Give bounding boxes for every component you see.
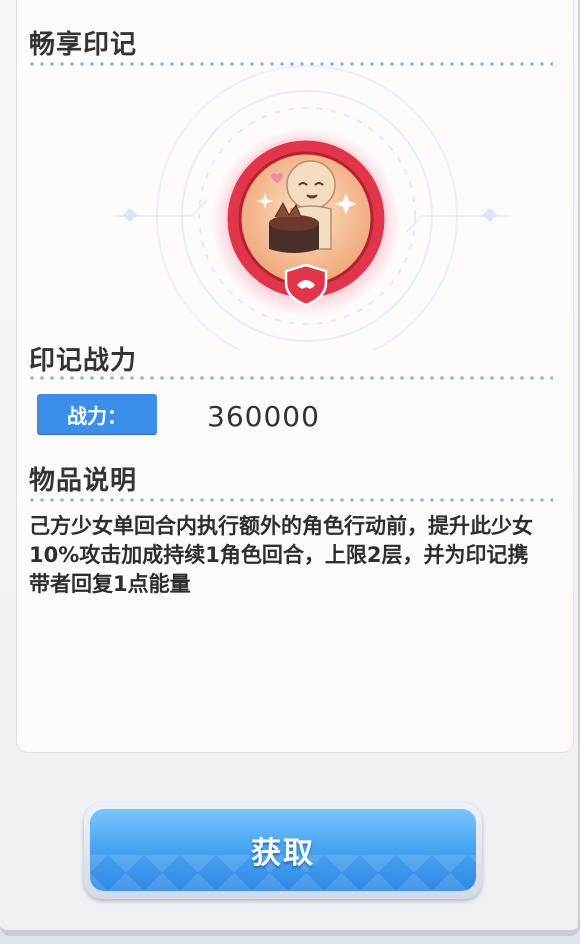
power-label-badge: 战力： [37,394,157,434]
obtain-button-face[interactable]: 获取 [90,809,476,891]
obtain-button-label: 获取 [251,836,315,871]
power-value: 360000 [207,400,320,433]
character-eating-cake-emblem-icon [212,128,400,316]
popup-frame: 畅享印记 印记战力 战力： 360000 物品说明 己方少女单回合内执行额外的角… [0,0,580,936]
item-detail-card: 畅享印记 印记战力 战力： 360000 物品说明 己方少女单回合内执行额外的角… [16,0,574,753]
obtain-button[interactable]: 获取 [84,803,482,899]
item-description-title: 物品说明 [29,466,138,496]
seal-badge[interactable] [211,127,401,317]
seal-power-title: 印记战力 [29,346,138,376]
dotted-divider [27,376,553,380]
item-description-text: 己方少女单回合内执行额外的角色行动前，提升此少女10%攻击加成持续1角色回合，上… [29,514,533,596]
dotted-divider [27,498,553,502]
